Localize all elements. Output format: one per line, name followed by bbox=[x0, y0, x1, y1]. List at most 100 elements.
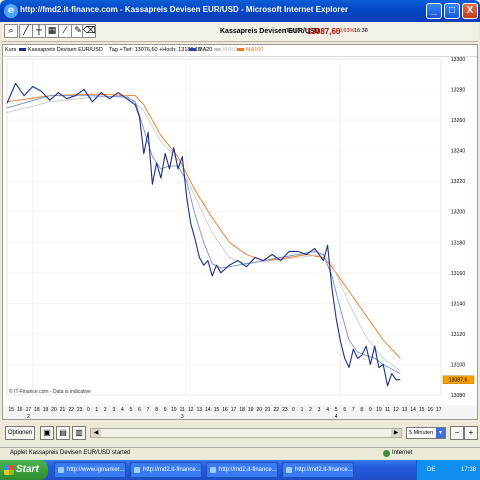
chart-icon[interactable]: ▦ bbox=[45, 24, 59, 38]
x-tick-label: 10 bbox=[376, 407, 382, 413]
x-tick-label: 17 bbox=[26, 407, 32, 413]
x-tick-label: 16 bbox=[427, 407, 433, 413]
x-tick-label: 1 bbox=[95, 407, 98, 413]
y-tick-label: 13280 bbox=[451, 88, 466, 94]
legend-ma20: MA20 bbox=[189, 45, 212, 56]
x-tick-label: 12 bbox=[188, 407, 194, 413]
minimize-button[interactable]: _ bbox=[426, 3, 442, 19]
x-tick-label: 15 bbox=[419, 407, 425, 413]
x-tick-label: 2 bbox=[309, 407, 312, 413]
x-tick-label: 8 bbox=[360, 407, 363, 413]
status-text: Applet Kassapreis Devisen EUR/USD starte… bbox=[10, 450, 131, 456]
instrument-price: 13087,60 bbox=[307, 27, 341, 36]
x-tick-label: 20 bbox=[256, 407, 262, 413]
maximize-button[interactable]: □ bbox=[444, 3, 460, 19]
x-tick-label: 21 bbox=[60, 407, 66, 413]
legend-swatch-ma20 bbox=[189, 48, 196, 52]
x-tick-label: 14 bbox=[410, 407, 416, 413]
chevron-down-icon[interactable]: ▼ bbox=[436, 428, 445, 438]
legend-ma20-label: MA20 bbox=[198, 47, 213, 53]
x-tick-label: 9 bbox=[369, 407, 372, 413]
legend-instrument-label: Kassapreis Devisen EUR/USD bbox=[28, 47, 103, 53]
zoom-in-button[interactable]: + bbox=[464, 426, 478, 440]
x-tick-label: 4 bbox=[326, 407, 329, 413]
x-tick-label: 15 bbox=[8, 407, 14, 413]
data-note: © IT-Finance.com - Data is indicative bbox=[9, 388, 91, 395]
x-tick-label: 6 bbox=[343, 407, 346, 413]
x-tick-label: 22 bbox=[68, 407, 74, 413]
x-tick-label: 13 bbox=[402, 407, 408, 413]
legend-ma50: MA50 bbox=[214, 45, 237, 56]
fib-icon[interactable]: ⁄ bbox=[58, 24, 72, 38]
x-tick-label: 13 bbox=[197, 407, 203, 413]
day-label: 4 bbox=[335, 414, 338, 419]
trash-icon[interactable]: ⌫ bbox=[82, 24, 96, 38]
y-tick-label: 13260 bbox=[451, 118, 466, 124]
save-icon[interactable]: ▣ bbox=[40, 426, 54, 440]
x-tick-label: 16 bbox=[17, 407, 23, 413]
legend-instrument: Kassapreis Devisen EUR/USD bbox=[19, 45, 103, 56]
x-tick-label: 6 bbox=[138, 407, 141, 413]
price-chart[interactable]: 1308013100131201314013160131801320013220… bbox=[3, 45, 477, 419]
x-tick-label: 10 bbox=[171, 407, 177, 413]
window-title: http://fmd2.it-finance.com - Kassapreis … bbox=[20, 5, 349, 14]
scroll-left-arrow[interactable]: ◀ bbox=[91, 429, 101, 437]
print-icon[interactable]: ▤ bbox=[56, 426, 70, 440]
taskbar-item[interactable]: http://md2.it-finance... bbox=[130, 462, 202, 478]
y-tick-label: 13180 bbox=[451, 240, 466, 246]
zoom-icon[interactable]: ⌕ bbox=[4, 24, 18, 38]
chart-panel[interactable]: 13080 13100 13120 13140 13160 13180 13200 13220… bbox=[2, 44, 478, 420]
y-tick-label: 13300 bbox=[451, 57, 466, 63]
title-bar[interactable]: e http://fmd2.it-finance.com - Kassaprei… bbox=[0, 0, 480, 22]
start-button[interactable]: Start bbox=[0, 460, 48, 480]
y-tick-label: 13100 bbox=[451, 362, 466, 368]
x-tick-label: 3 bbox=[318, 407, 321, 413]
legend-ma100: MA100 bbox=[237, 45, 263, 56]
taskbar-item[interactable]: http://md2.it-finance... bbox=[206, 462, 278, 478]
legend-ma100-label: MA100 bbox=[246, 47, 264, 53]
chart-bottom-bar: Optionen ▣ ▤ ▥ ◀ ▶ 5 Minuten ▼ − + bbox=[2, 423, 478, 443]
taskbar-item[interactable]: http://md2.it-finance... bbox=[282, 462, 354, 478]
close-button[interactable]: X bbox=[462, 3, 478, 19]
x-tick-label: 17 bbox=[436, 407, 442, 413]
interval-select[interactable]: 5 Minuten ▼ bbox=[406, 427, 446, 439]
plot-area bbox=[6, 58, 442, 396]
options-button[interactable]: Optionen bbox=[5, 426, 35, 440]
x-tick-label: 18 bbox=[239, 407, 245, 413]
x-tick-label: 22 bbox=[274, 407, 280, 413]
x-tick-label: 7 bbox=[147, 407, 150, 413]
windows-logo-icon bbox=[4, 465, 14, 475]
legend-day-range: Tag +Tief: 13076,60 +Hoch: 13180,10 bbox=[109, 47, 202, 53]
instrument-time: 16:38 bbox=[354, 28, 368, 34]
taskbar-item[interactable]: http://www.igmarket... bbox=[54, 462, 126, 478]
language-indicator[interactable]: DE bbox=[427, 460, 435, 480]
y-tick-label: 13080 bbox=[451, 393, 466, 399]
line-icon[interactable]: ╱ bbox=[19, 24, 33, 38]
x-tick-label: 5 bbox=[335, 407, 338, 413]
x-tick-label: 20 bbox=[51, 407, 57, 413]
chart-legend: Kurs Kassapreis Devisen EUR/USD Tag +Tie… bbox=[3, 45, 477, 57]
status-bar: Applet Kassapreis Devisen EUR/USD starte… bbox=[0, 447, 480, 459]
day-label: 3 bbox=[181, 414, 184, 419]
instrument-title: Kassapreis Devisen EUR/USD bbox=[220, 28, 320, 35]
start-label: Start bbox=[16, 464, 39, 475]
x-tick-label: 7 bbox=[352, 407, 355, 413]
x-tick-label: 8 bbox=[155, 407, 158, 413]
taskbar: Start http://www.igmarket... http://md2.… bbox=[0, 460, 480, 480]
legend-swatch-ma50 bbox=[214, 48, 221, 52]
crosshair-icon[interactable]: ┼ bbox=[32, 24, 46, 38]
zoom-out-button[interactable]: − bbox=[450, 426, 464, 440]
scroll-right-arrow[interactable]: ▶ bbox=[391, 429, 401, 437]
y-tick-label: 13120 bbox=[451, 332, 466, 338]
x-tick-label: 14 bbox=[205, 407, 211, 413]
x-tick-label: 11 bbox=[385, 407, 390, 413]
security-zone: Internet bbox=[392, 450, 413, 456]
x-tick-label: 1 bbox=[301, 407, 304, 413]
horizontal-scrollbar[interactable]: ◀ ▶ bbox=[90, 428, 402, 438]
x-tick-label: 4 bbox=[121, 407, 124, 413]
clock: 17:38 bbox=[461, 467, 477, 473]
delete-icon[interactable]: ▥ bbox=[72, 426, 86, 440]
x-tick-label: 12 bbox=[393, 407, 399, 413]
legend-ma50-label: MA50 bbox=[223, 47, 238, 53]
interval-value: 5 Minuten bbox=[409, 430, 434, 436]
